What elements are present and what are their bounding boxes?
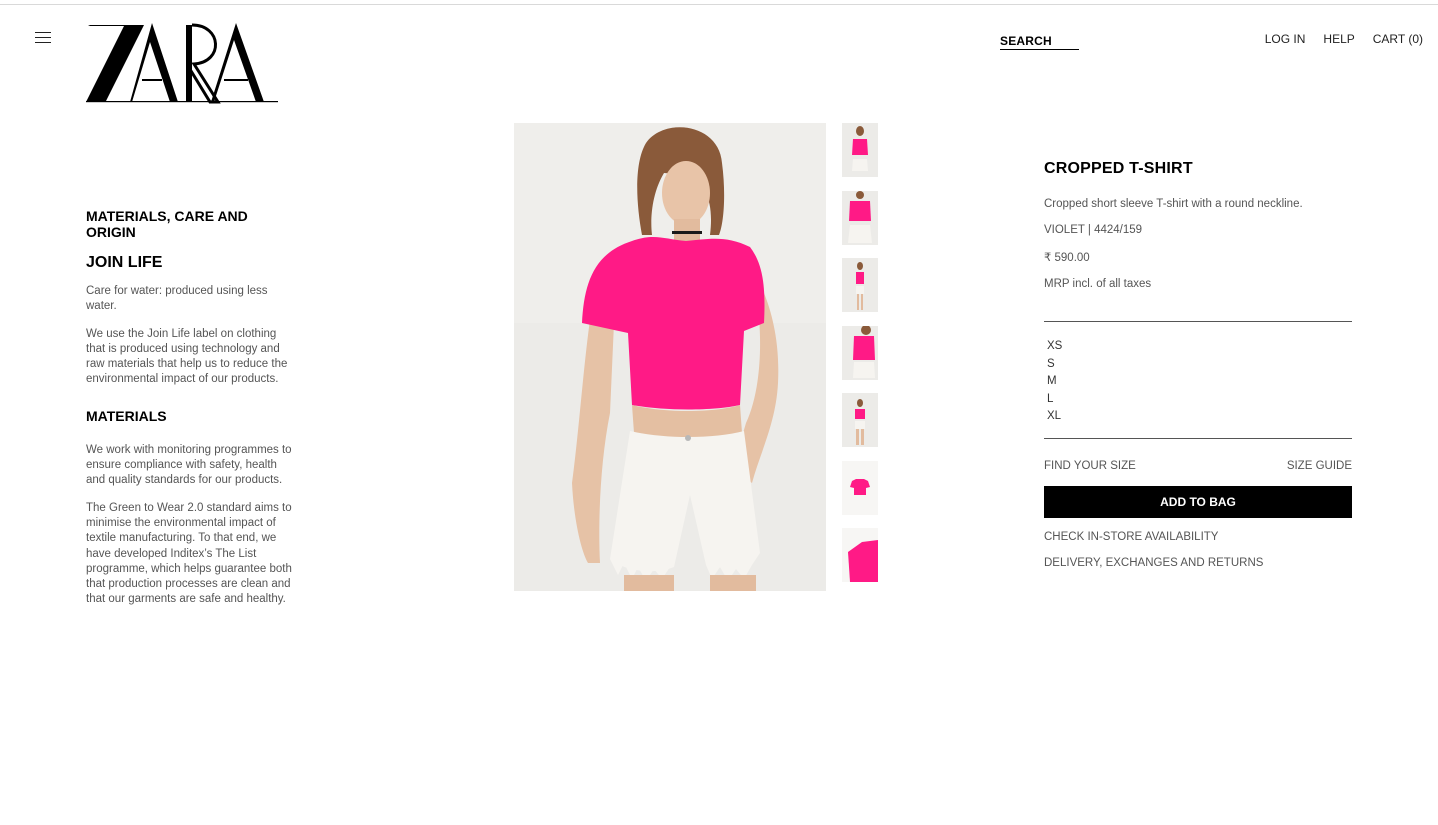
tax-note: MRP incl. of all taxes	[1044, 278, 1152, 290]
join-life-heading: JOIN LIFE	[86, 254, 163, 271]
product-page: SEARCH LOG IN HELP CART (0) MATERIALS, C…	[0, 0, 1438, 825]
size-option-m[interactable]: M	[1047, 373, 1352, 391]
join-life-text: We use the Join Life label on clothing t…	[86, 327, 288, 386]
join-life-text: Care for water: produced using less wate…	[86, 285, 268, 313]
thumbnail-strip	[842, 123, 878, 596]
size-guide-link[interactable]: SIZE GUIDE	[1287, 460, 1352, 472]
thumbnail-2[interactable]	[842, 190, 878, 245]
product-color-ref: VIOLET | 4424/159	[1044, 224, 1143, 236]
thumbnail-6[interactable]	[842, 460, 878, 515]
add-to-bag-button[interactable]: ADD TO BAG	[1044, 485, 1352, 518]
size-help-row: FIND YOUR SIZE SIZE GUIDE	[1044, 460, 1352, 472]
search-field[interactable]: SEARCH	[1000, 34, 1079, 50]
product-info: CROPPED T-SHIRT Cropped short sleeve T-s…	[1044, 160, 1352, 569]
main-product-image[interactable]	[514, 123, 826, 591]
materials-text: We work with monitoring programmes to en…	[86, 443, 292, 487]
thumbnail-5[interactable]	[842, 393, 878, 447]
thumbnail-4[interactable]	[842, 325, 878, 380]
thumbnail-7[interactable]	[842, 528, 878, 582]
size-option-s[interactable]: S	[1047, 356, 1352, 374]
materials-care-origin-heading: MATERIALS, CARE AND ORIGIN	[86, 208, 248, 240]
header-links: LOG IN HELP CART (0)	[1265, 32, 1423, 46]
hamburger-menu-icon[interactable]	[35, 32, 51, 46]
thumbnail-3[interactable]	[842, 258, 878, 312]
delivery-returns-link[interactable]: DELIVERY, EXCHANGES AND RETURNS	[1044, 557, 1352, 569]
materials-text: The Green to Wear 2.0 standard aims to m…	[86, 501, 292, 606]
product-description: Cropped short sleeve T-shirt with a roun…	[1044, 198, 1303, 210]
size-option-xs[interactable]: XS	[1047, 338, 1352, 356]
model-photo	[514, 123, 826, 591]
materials-section: MATERIALS, CARE AND ORIGIN JOIN LIFE Car…	[86, 208, 294, 608]
size-option-xl[interactable]: XL	[1047, 408, 1352, 426]
product-price: ₹ 590.00	[1044, 252, 1090, 264]
size-option-l[interactable]: L	[1047, 391, 1352, 409]
check-store-availability-link[interactable]: CHECK IN-STORE AVAILABILITY	[1044, 531, 1352, 543]
thumbnail-1[interactable]	[842, 123, 878, 177]
zara-logo[interactable]	[86, 22, 278, 104]
login-link[interactable]: LOG IN	[1265, 32, 1306, 46]
top-divider	[0, 4, 1438, 5]
materials-heading: MATERIALS	[86, 407, 167, 424]
find-your-size-link[interactable]: FIND YOUR SIZE	[1044, 460, 1136, 472]
help-link[interactable]: HELP	[1323, 32, 1354, 46]
size-selector: XS S M L XL	[1044, 321, 1352, 439]
cart-link[interactable]: CART (0)	[1373, 32, 1423, 46]
product-title: CROPPED T-SHIRT	[1044, 160, 1193, 177]
zara-logo-svg	[86, 23, 278, 104]
